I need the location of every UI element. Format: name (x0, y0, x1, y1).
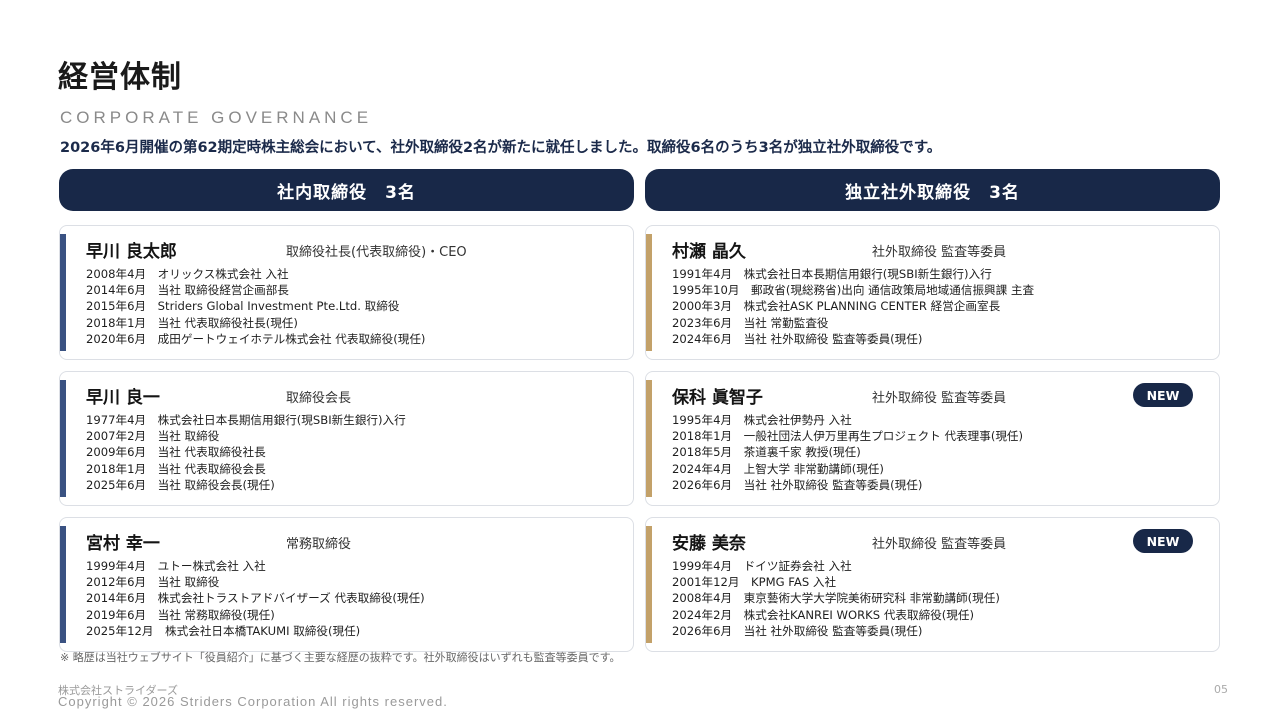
career-history: 1977年4月 株式会社日本長期信用銀行(現SBI新生銀行)入行 2007年2月 … (86, 412, 406, 493)
director-name: 保科 眞智子 (672, 388, 763, 408)
career-item: 2007年2月 当社 取締役 (86, 429, 220, 444)
career-item: 1995年4月 株式会社伊勢丹 入社 (672, 413, 852, 427)
career-item: 2026年6月 当社 社外取締役 監査等委員(現任) (672, 477, 923, 492)
director-role: 社外取締役 監査等委員 (872, 537, 1007, 552)
career-item: 1999年4月 ドイツ証券会社 入社 (672, 559, 852, 573)
career-item: 2014年6月 株式会社トラストアドバイザーズ 代表取締役(現任) (86, 591, 425, 606)
inside-directors-header: 社内取締役 3名 (59, 169, 634, 211)
outside-directors-header: 独立社外取締役 3名 (645, 169, 1220, 211)
accent-bar (60, 526, 66, 643)
new-badge: NEW (1133, 383, 1193, 407)
outside-director-card: 村瀬 晶久 社外取締役 監査等委員 1991年4月 株式会社日本長期信用銀行(現SB… (645, 225, 1220, 360)
career-item: 2025年12月 株式会社日本橋TAKUMI 取締役(現任) (86, 623, 361, 638)
accent-bar (60, 234, 66, 351)
footnote: ※ 略歴は当社ウェブサイト「役員紹介」に基づく主要な経歴の抜粋です。社外取締役は… (60, 651, 621, 664)
career-item: 2024年4月 上智大学 非常勤講師(現任) (672, 461, 884, 476)
career-item: 2018年1月 一般社団法人伊万里再生プロジェクト 代表理事(現任) (672, 429, 1024, 444)
copyright: Copyright © 2026 Striders Corporation Al… (58, 694, 448, 709)
career-history: 1999年4月 ユトー株式会社 入社 2012年6月 当社 取締役 2014年6月 … (86, 558, 425, 639)
lead-text: 2026年6月開催の第62期定時株主総会において、社外取締役2名が新たに就任しま… (60, 140, 942, 156)
career-item: 1991年4月 株式会社日本長期信用銀行(現SBI新生銀行)入行 (672, 267, 992, 281)
career-item: 2015年6月 Striders Global Investment Pte.L… (86, 299, 400, 314)
career-history: 2008年4月 オリックス株式会社 入社 2014年6月 当社 取締役経営企画部長… (86, 266, 425, 347)
director-role: 取締役会長 (286, 391, 352, 406)
career-item: 2025年6月 当社 取締役会長(現任) (86, 477, 275, 492)
career-item: 2008年4月 東京藝術大学大学院美術研究科 非常勤講師(現任) (672, 591, 1000, 606)
page-number: 05 (1214, 683, 1228, 696)
career-item: 1977年4月 株式会社日本長期信用銀行(現SBI新生銀行)入行 (86, 413, 406, 427)
accent-bar (60, 380, 66, 497)
director-role: 社外取締役 監査等委員 (872, 391, 1007, 406)
career-history: 1991年4月 株式会社日本長期信用銀行(現SBI新生銀行)入行 1995年10月… (672, 266, 1034, 347)
career-item: 2023年6月 当社 常勤監査役 (672, 315, 829, 330)
inside-director-card: 宮村 幸一 常務取締役 1999年4月 ユトー株式会社 入社 2012年6月 当社 取… (59, 517, 634, 652)
career-item: 2024年6月 当社 社外取締役 監査等委員(現任) (672, 331, 923, 346)
director-role: 常務取締役 (286, 537, 352, 552)
career-item: 2018年1月 当社 代表取締役会長 (86, 461, 266, 476)
career-item: 2020年6月 成田ゲートウェイホテル株式会社 代表取締役(現任) (86, 331, 426, 346)
career-history: 1999年4月 ドイツ証券会社 入社 2001年12月 KPMG FAS 入社 20… (672, 558, 1000, 639)
accent-bar (646, 234, 652, 351)
accent-bar (646, 380, 652, 497)
director-name: 早川 良太郎 (86, 242, 177, 262)
director-name: 宮村 幸一 (86, 534, 160, 554)
page-title: 経営体制 (58, 60, 182, 95)
inside-director-card: 早川 良太郎 取締役社長(代表取締役)・CEO 2008年4月 オリックス株式会社 … (59, 225, 634, 360)
inside-director-card: 早川 良一 取締役会長 1977年4月 株式会社日本長期信用銀行(現SBI新生銀行)… (59, 371, 634, 506)
director-name: 早川 良一 (86, 388, 160, 408)
career-item: 2026年6月 当社 社外取締役 監査等委員(現任) (672, 623, 923, 638)
career-item: 2014年6月 当社 取締役経営企画部長 (86, 283, 289, 298)
career-item: 2009年6月 当社 代表取締役社長 (86, 445, 266, 460)
career-item: 2000年3月 株式会社ASK PLANNING CENTER 経営企画室長 (672, 299, 1001, 314)
career-item: 2008年4月 オリックス株式会社 入社 (86, 267, 289, 281)
career-history: 1995年4月 株式会社伊勢丹 入社 2018年1月 一般社団法人伊万里再生プロジ… (672, 412, 1023, 493)
outside-director-card: 安藤 美奈 社外取締役 監査等委員 NEW 1999年4月 ドイツ証券会社 入社 200… (645, 517, 1220, 652)
director-name: 村瀬 晶久 (672, 242, 746, 262)
director-role: 取締役社長(代表取締役)・CEO (286, 245, 467, 260)
career-item: 2012年6月 当社 取締役 (86, 575, 220, 590)
page-subtitle: CORPORATE GOVERNANCE (60, 108, 373, 127)
career-item: 2018年1月 当社 代表取締役社長(現任) (86, 315, 298, 330)
new-badge: NEW (1133, 529, 1193, 553)
director-name: 安藤 美奈 (672, 534, 746, 554)
outside-director-card: 保科 眞智子 社外取締役 監査等委員 NEW 1995年4月 株式会社伊勢丹 入社 20… (645, 371, 1220, 506)
career-item: 2001年12月 KPMG FAS 入社 (672, 575, 837, 590)
career-item: 2018年5月 茶道裏千家 教授(現任) (672, 445, 861, 460)
career-item: 2024年2月 株式会社KANREI WORKS 代表取締役(現任) (672, 607, 975, 622)
accent-bar (646, 526, 652, 643)
career-item: 1995年10月 郵政省(現総務省)出向 通信政策局地域通信振興課 主査 (672, 283, 1035, 298)
director-role: 社外取締役 監査等委員 (872, 245, 1007, 260)
career-item: 1999年4月 ユトー株式会社 入社 (86, 559, 266, 573)
career-item: 2019年6月 当社 常務取締役(現任) (86, 607, 275, 622)
